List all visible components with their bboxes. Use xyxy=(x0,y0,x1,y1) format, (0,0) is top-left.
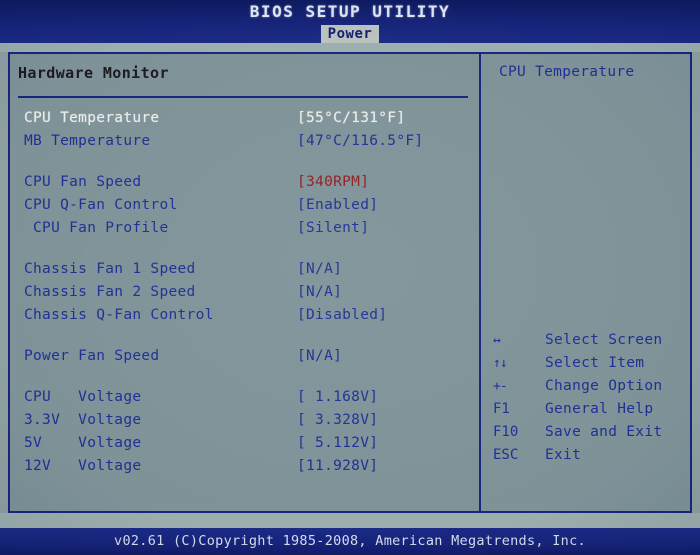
setting-label: CPU Fan Speed xyxy=(24,174,142,190)
legend-description: General Help xyxy=(545,401,654,417)
footer-underband xyxy=(0,513,700,528)
esc-key-icon: ESC xyxy=(493,447,519,463)
setting-value[interactable]: [340RPM] xyxy=(297,171,369,194)
setting-row[interactable]: 12V Voltage [11.928V] xyxy=(10,455,479,478)
setting-row[interactable]: Chassis Fan 2 Speed [N/A] xyxy=(10,281,479,304)
left-right-arrow-icon: ↔ xyxy=(493,333,501,348)
setting-label: Power Fan Speed xyxy=(24,348,160,364)
f10-key-icon: F10 xyxy=(493,424,519,440)
settings-pane: Hardware Monitor CPU Temperature [55°C/13… xyxy=(10,54,479,511)
setting-value[interactable]: [ 3.328V] xyxy=(297,409,378,432)
legend-description: Select Screen xyxy=(545,332,663,348)
setting-value[interactable]: [Silent] xyxy=(297,217,369,240)
setting-row[interactable]: CPU Fan Speed [340RPM] xyxy=(10,171,479,194)
setting-row[interactable]: CPU Voltage [ 1.168V] xyxy=(10,386,479,409)
setting-label: Chassis Fan 2 Speed xyxy=(24,284,196,300)
legend-row: ↑↓ Select Item xyxy=(489,352,690,375)
setting-value[interactable]: [ 1.168V] xyxy=(297,386,378,409)
setting-row[interactable]: CPU Fan Profile [Silent] xyxy=(10,217,479,240)
copyright-footer: v02.61 (C)Copyright 1985-2008, American … xyxy=(0,528,700,555)
setting-label: CPU Fan Profile xyxy=(24,220,169,236)
setting-value[interactable]: [55°C/131°F] xyxy=(297,107,405,130)
settings-list: CPU Temperature [55°C/131°F] MB Temperatur… xyxy=(10,107,479,478)
setting-label: Chassis Q-Fan Control xyxy=(24,307,214,323)
setting-row[interactable]: Chassis Fan 1 Speed [N/A] xyxy=(10,258,479,281)
setting-row[interactable]: CPU Q-Fan Control [Enabled] xyxy=(10,194,479,217)
setting-label: CPU Voltage xyxy=(24,389,142,405)
legend-description: Change Option xyxy=(545,378,663,394)
title-bar: BIOS SETUP UTILITY Power xyxy=(0,0,700,43)
plus-minus-icon: +- xyxy=(493,379,508,394)
tab-power[interactable]: Power xyxy=(320,25,380,43)
setting-label: 5V Voltage xyxy=(24,435,142,451)
setting-value[interactable]: [ 5.112V] xyxy=(297,432,378,455)
section-divider xyxy=(18,96,468,98)
setting-value[interactable]: [Enabled] xyxy=(297,194,378,217)
legend-description: Select Item xyxy=(545,355,645,371)
setting-label: Chassis Fan 1 Speed xyxy=(24,261,196,277)
setting-value[interactable]: [Disabled] xyxy=(297,304,387,327)
legend-row: ↔ Select Screen xyxy=(489,329,690,352)
row-spacer xyxy=(10,368,479,386)
setting-row[interactable]: MB Temperature [47°C/116.5°F] xyxy=(10,130,479,153)
f1-key-icon: F1 xyxy=(493,401,510,417)
content-frame: Hardware Monitor CPU Temperature [55°C/13… xyxy=(8,52,692,513)
setting-row-selected[interactable]: CPU Temperature [55°C/131°F] xyxy=(10,107,479,130)
legend-description: Exit xyxy=(545,447,582,463)
up-down-arrow-icon: ↑↓ xyxy=(493,356,508,371)
bios-setup-screen: BIOS SETUP UTILITY Power Hardware Monito… xyxy=(0,0,700,555)
legend-row: F10 Save and Exit xyxy=(489,421,690,444)
setting-row[interactable]: 3.3V Voltage [ 3.328V] xyxy=(10,409,479,432)
legend-description: Save and Exit xyxy=(545,424,663,440)
row-spacer xyxy=(10,327,479,345)
setting-label: 3.3V Voltage xyxy=(24,412,142,428)
setting-label: 12V Voltage xyxy=(24,458,142,474)
header-underband xyxy=(0,43,700,52)
setting-row[interactable]: 5V Voltage [ 5.112V] xyxy=(10,432,479,455)
setting-value[interactable]: [47°C/116.5°F] xyxy=(297,130,423,153)
setting-row[interactable]: Chassis Q-Fan Control [Disabled] xyxy=(10,304,479,327)
setting-value[interactable]: [N/A] xyxy=(297,258,342,281)
setting-row[interactable]: Power Fan Speed [N/A] xyxy=(10,345,479,368)
setting-label: MB Temperature xyxy=(24,133,151,149)
legend-row: F1 General Help xyxy=(489,398,690,421)
setting-label: CPU Temperature xyxy=(24,110,160,126)
row-spacer xyxy=(10,153,479,171)
setting-value[interactable]: [N/A] xyxy=(297,281,342,304)
legend-row: +- Change Option xyxy=(489,375,690,398)
help-pane: CPU Temperature ↔ Select Screen ↑↓ Select I… xyxy=(481,54,690,511)
setting-value[interactable]: [N/A] xyxy=(297,345,342,368)
row-spacer xyxy=(10,240,479,258)
setting-label: CPU Q-Fan Control xyxy=(24,197,178,213)
legend-row: ESC Exit xyxy=(489,444,690,467)
page-title: BIOS SETUP UTILITY xyxy=(249,2,451,21)
key-legend: ↔ Select Screen ↑↓ Select Item +- Change Opti… xyxy=(489,329,690,467)
menu-tab-bar: Power xyxy=(0,23,700,43)
setting-value[interactable]: [11.928V] xyxy=(297,455,378,478)
help-title: CPU Temperature xyxy=(499,64,635,80)
section-heading: Hardware Monitor xyxy=(18,64,169,82)
